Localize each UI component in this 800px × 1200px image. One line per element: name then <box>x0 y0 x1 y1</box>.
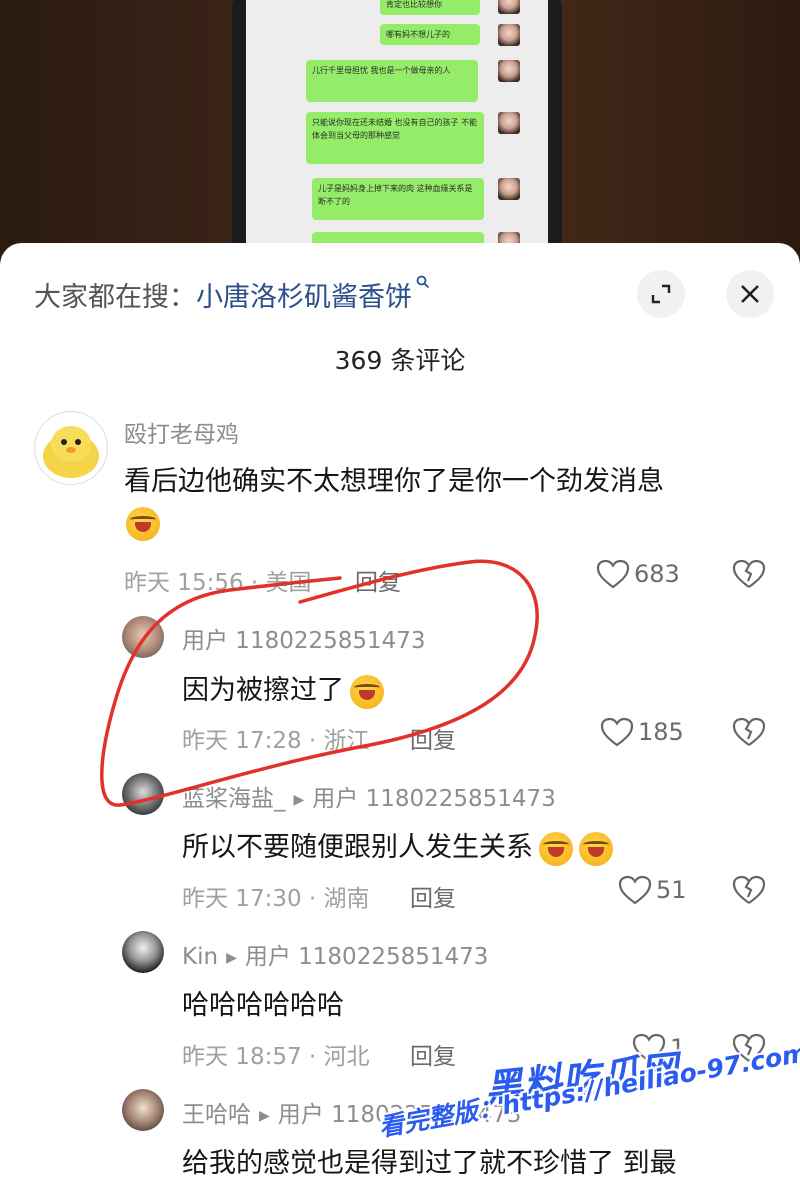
laugh-cry-emoji <box>539 831 573 866</box>
video-frame[interactable]: 肯定也比较想你 哪有妈不想儿子的 儿行千里母担忧 我也是一个做母亲的人 只能说你… <box>0 0 800 260</box>
avatar[interactable] <box>122 616 164 658</box>
dislike-button[interactable] <box>732 875 766 909</box>
author-name: 王哈哈 <box>182 1102 251 1128</box>
collapse-button[interactable] <box>637 270 685 318</box>
heart-icon <box>618 875 652 905</box>
chat-bubble: 只能说你现在还未结婚 也没有自己的孩子 不能体会到当父母的那种感觉 <box>306 112 484 164</box>
search-icon <box>416 275 430 293</box>
like-button[interactable]: 683 <box>596 559 680 589</box>
heart-icon <box>600 717 634 747</box>
comment-text-content: 因为被擦过了 <box>182 675 344 706</box>
comment-meta: 昨天 18:57 · 河北 <box>182 1044 370 1070</box>
reply-button[interactable]: 回复 <box>410 1037 456 1071</box>
chat-avatar <box>498 0 520 14</box>
avatar[interactable] <box>122 931 164 973</box>
reply-arrow-icon: ▶ <box>293 792 305 808</box>
chat-bubble: 儿子是妈妈身上掉下来的肉 这种血缘关系是断不了的 <box>312 178 484 220</box>
chat-avatar <box>498 60 520 82</box>
comment-meta: 昨天 17:30 · 湖南 <box>182 886 370 912</box>
heart-icon <box>596 559 630 589</box>
chat-avatar <box>498 112 520 134</box>
search-suggestion[interactable]: 大家都在搜： 小唐洛杉矶酱香饼 <box>34 269 430 319</box>
reply-button[interactable]: 回复 <box>410 879 456 913</box>
like-button[interactable]: 185 <box>600 717 684 747</box>
comment-author[interactable]: Kin ▶ 用户 1180225851473 <box>182 937 488 971</box>
avatar[interactable] <box>34 411 108 485</box>
collapse-icon <box>651 284 671 304</box>
broken-heart-icon <box>732 559 766 588</box>
like-count: 683 <box>634 560 680 588</box>
like-button[interactable]: 51 <box>618 875 687 905</box>
avatar[interactable] <box>122 1089 164 1131</box>
author-name: Kin <box>182 944 219 970</box>
comment-author[interactable]: 蓝桨海盐_ ▶ 用户 1180225851473 <box>182 779 556 813</box>
like-count: 185 <box>638 718 684 746</box>
laugh-cry-emoji <box>579 831 613 866</box>
comment-text: 因为被擦过了 <box>182 668 384 709</box>
broken-heart-icon <box>732 717 766 746</box>
reply-arrow-icon: ▶ <box>226 950 237 966</box>
comment-count: 369 条评论 <box>334 346 466 375</box>
close-button[interactable] <box>726 270 774 318</box>
reply-target: 用户 1180225851473 <box>312 786 556 812</box>
chat-bubble: 儿行千里母担忧 我也是一个做母亲的人 <box>306 60 478 102</box>
chat-screenshot: 肯定也比较想你 哪有妈不想儿子的 儿行千里母担忧 我也是一个做母亲的人 只能说你… <box>246 0 548 260</box>
dislike-button[interactable] <box>732 717 766 751</box>
chat-avatar <box>498 24 520 46</box>
comment-text: 给我的感觉也是得到过了就不珍惜了 到最 <box>182 1148 677 1179</box>
laugh-cry-emoji <box>120 507 160 541</box>
comment-meta: 昨天 15:56 · 美国 <box>124 570 312 596</box>
comment-text: 哈哈哈哈哈哈 <box>182 990 344 1021</box>
avatar[interactable] <box>122 773 164 815</box>
comment-meta: 昨天 17:28 · 浙江 <box>182 728 370 754</box>
dislike-button[interactable] <box>732 559 766 593</box>
broken-heart-icon <box>732 875 766 904</box>
chat-bubble: 肯定也比较想你 <box>380 0 480 15</box>
reply-button[interactable]: 回复 <box>410 721 456 755</box>
close-icon <box>741 285 759 303</box>
chat-bubble: 哪有妈不想儿子的 <box>380 24 480 45</box>
like-count: 51 <box>656 876 687 904</box>
comment-author[interactable]: 用户 1180225851473 <box>182 621 426 655</box>
comment-text-content: 所以不要随便跟别人发生关系 <box>182 832 533 863</box>
reply-button[interactable]: 回复 <box>355 563 401 597</box>
comment-author[interactable]: 殴打老母鸡 <box>124 415 239 449</box>
reply-target: 用户 1180225851473 <box>244 944 489 970</box>
comment-text: 看后边他确实不太想理你了是你一个劲发消息 <box>124 466 664 497</box>
laugh-cry-emoji <box>350 674 384 709</box>
reply-arrow-icon: ▶ <box>259 1108 270 1124</box>
comment-text: 所以不要随便跟别人发生关系 <box>182 825 613 866</box>
search-term-link[interactable]: 小唐洛杉矶酱香饼 <box>196 275 412 314</box>
search-prefix: 大家都在搜： <box>34 281 196 313</box>
author-name: 蓝桨海盐_ <box>182 786 286 812</box>
chat-avatar <box>498 178 520 200</box>
